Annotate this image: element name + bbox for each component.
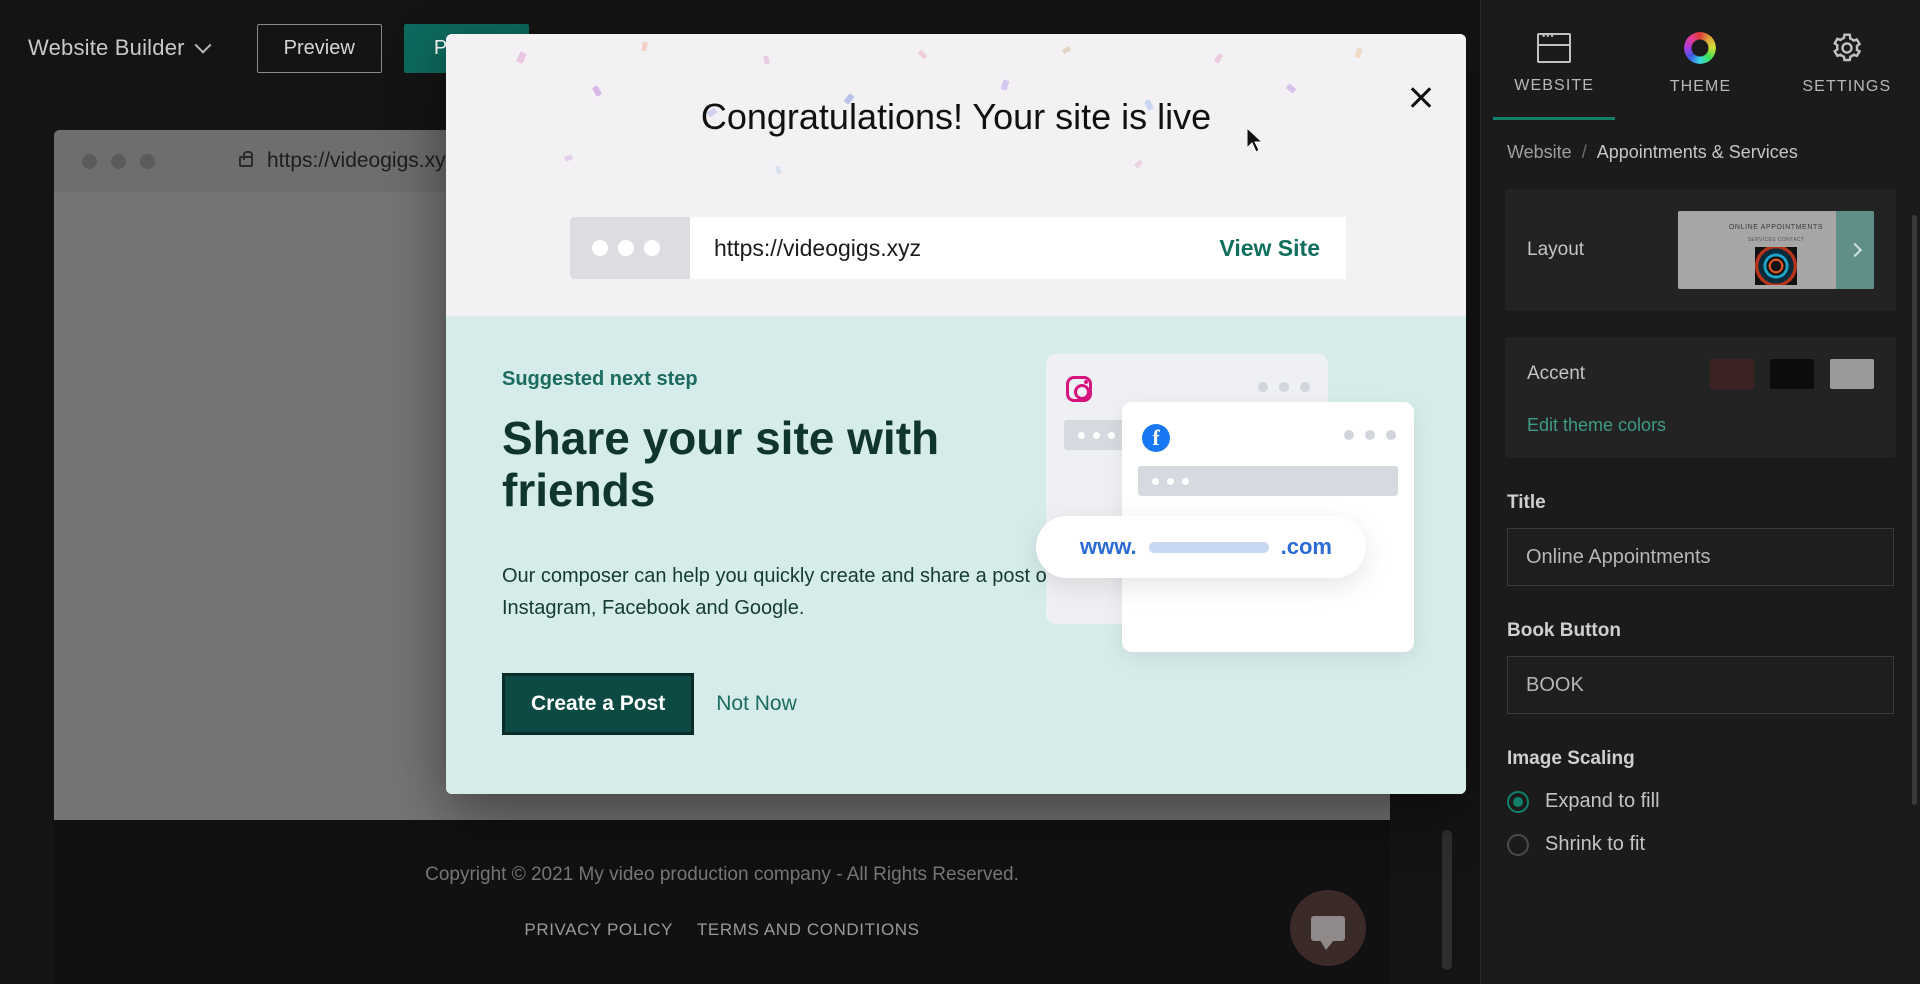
confetti-piece bbox=[563, 154, 574, 162]
chat-bubble-glyph bbox=[1311, 915, 1345, 950]
layout-thumb-links: SERVICES CONTACT bbox=[1747, 237, 1805, 243]
book-button-field-block: Book Button bbox=[1507, 620, 1894, 714]
modal-body-text: Our composer can help you quickly create… bbox=[502, 565, 1058, 620]
layout-thumb-image bbox=[1755, 247, 1797, 285]
radio-icon-selected bbox=[1507, 790, 1529, 813]
radio-shrink-label: Shrink to fit bbox=[1545, 833, 1646, 855]
breadcrumb-separator: / bbox=[1581, 142, 1587, 162]
modal-heading: Share your site with friends bbox=[502, 412, 940, 516]
breadcrumb-root[interactable]: Website bbox=[1507, 142, 1572, 163]
site-url-field[interactable]: https://videogigs.xyz View Site bbox=[690, 217, 1346, 279]
tab-website-label: WEBSITE bbox=[1514, 77, 1595, 94]
modal-body: Suggested next step Share your site with… bbox=[446, 316, 1466, 794]
footer-copyright: Copyright © 2021 My video production com… bbox=[425, 864, 1019, 885]
sidebar-tabs: WEBSITE THEME SETTINGS bbox=[1481, 0, 1920, 120]
create-post-button[interactable]: Create a Post bbox=[502, 672, 695, 735]
layout-thumbnail[interactable]: ONLINE APPOINTMENTS SERVICES CONTACT bbox=[1678, 211, 1874, 289]
image-scaling-block: Image Scaling Expand to fill Shrink to f… bbox=[1507, 748, 1894, 856]
card-strip bbox=[1138, 466, 1398, 496]
preview-button[interactable]: Preview bbox=[256, 23, 382, 73]
domain-pill: www. .com bbox=[1036, 516, 1366, 578]
layout-next-button[interactable] bbox=[1836, 211, 1874, 289]
site-footer: Copyright © 2021 My video production com… bbox=[54, 820, 1390, 984]
url-card-dot bbox=[644, 240, 660, 256]
url-card-dot bbox=[592, 240, 608, 256]
accent-swatch[interactable] bbox=[1770, 359, 1814, 389]
confetti-piece bbox=[774, 165, 783, 175]
right-sidebar: WEBSITE THEME SETTINGS Website / Appoint… bbox=[1480, 0, 1920, 984]
chrome-dot bbox=[140, 153, 155, 169]
layout-row[interactable]: Layout ONLINE APPOINTMENTS SERVICES CONT… bbox=[1505, 189, 1896, 311]
radio-expand-to-fill[interactable]: Expand to fill bbox=[1507, 790, 1894, 813]
tab-website[interactable]: WEBSITE bbox=[1481, 0, 1627, 120]
not-now-button[interactable]: Not Now bbox=[716, 692, 797, 716]
tab-settings[interactable]: SETTINGS bbox=[1774, 0, 1920, 120]
canvas-scrollbar[interactable] bbox=[1442, 830, 1452, 970]
brand-menu[interactable]: Website Builder bbox=[28, 35, 212, 61]
instagram-icon bbox=[1066, 376, 1092, 402]
card-dots bbox=[1344, 430, 1396, 440]
image-scaling-label: Image Scaling bbox=[1507, 748, 1635, 769]
site-url-value: https://videogigs.xyz bbox=[714, 234, 922, 261]
radio-shrink-to-fit[interactable]: Shrink to fit bbox=[1507, 833, 1894, 856]
view-site-link[interactable]: View Site bbox=[1219, 235, 1320, 262]
accent-swatches bbox=[1710, 359, 1874, 389]
accent-row: Accent bbox=[1527, 359, 1874, 389]
card-dots bbox=[1258, 382, 1310, 392]
accent-card: Accent Edit theme colors bbox=[1505, 337, 1896, 458]
share-illustration: f www. .com bbox=[1036, 344, 1426, 674]
modal-actions: Create a Post Not Now bbox=[502, 672, 1466, 735]
radio-icon-unselected bbox=[1507, 833, 1529, 856]
mouse-cursor bbox=[1247, 128, 1264, 153]
chevron-right-icon bbox=[1847, 242, 1863, 258]
confetti-piece bbox=[1133, 159, 1144, 169]
color-wheel-icon bbox=[1684, 32, 1717, 64]
chrome-dot bbox=[82, 153, 97, 169]
chrome-dot bbox=[111, 153, 126, 169]
gear-icon bbox=[1832, 33, 1862, 62]
accent-swatch[interactable] bbox=[1830, 359, 1874, 389]
layout-thumb-title: ONLINE APPOINTMENTS bbox=[1728, 224, 1824, 231]
chat-bubble-icon[interactable] bbox=[1290, 890, 1366, 966]
chevron-down-icon bbox=[194, 36, 212, 54]
tab-settings-label: SETTINGS bbox=[1802, 78, 1892, 95]
browser-window-icon bbox=[1537, 31, 1572, 63]
facebook-icon: f bbox=[1142, 424, 1170, 452]
accent-label: Accent bbox=[1527, 363, 1586, 384]
site-url-card: https://videogigs.xyz View Site bbox=[570, 217, 1346, 279]
footer-links: PRIVACY POLICY TERMS AND CONDITIONS bbox=[524, 920, 919, 940]
privacy-policy-link[interactable]: PRIVACY POLICY bbox=[524, 920, 673, 940]
book-button-label: Book Button bbox=[1507, 620, 1621, 641]
modal-header: Congratulations! Your site is live https… bbox=[446, 34, 1466, 316]
www-prefix: www. bbox=[1080, 534, 1137, 559]
website-builder-app: Website Builder Preview Publish https://… bbox=[0, 0, 1920, 984]
accent-swatch[interactable] bbox=[1710, 359, 1754, 389]
book-button-input[interactable] bbox=[1507, 656, 1894, 714]
title-input[interactable] bbox=[1507, 528, 1894, 586]
url-card-dot bbox=[618, 240, 634, 256]
terms-conditions-link[interactable]: TERMS AND CONDITIONS bbox=[697, 920, 920, 940]
title-field-block: Title bbox=[1507, 492, 1894, 586]
brand-label: Website Builder bbox=[28, 35, 185, 60]
modal-title: Congratulations! Your site is live bbox=[700, 96, 1212, 137]
title-label: Title bbox=[1507, 492, 1546, 513]
radio-expand-label: Expand to fill bbox=[1545, 790, 1660, 812]
lock-icon bbox=[239, 150, 253, 167]
preview-url: https://videogigs.xyz bbox=[267, 149, 457, 172]
site-live-modal: Congratulations! Your site is live https… bbox=[446, 34, 1466, 794]
sidebar-scrollbar[interactable] bbox=[1912, 215, 1917, 805]
dot-com-suffix: .com bbox=[1280, 534, 1332, 559]
breadcrumb: Website / Appointments & Services bbox=[1481, 120, 1920, 163]
tab-theme-label: THEME bbox=[1669, 78, 1732, 95]
tab-theme[interactable]: THEME bbox=[1627, 0, 1773, 120]
layout-label: Layout bbox=[1527, 239, 1585, 260]
breadcrumb-current: Appointments & Services bbox=[1596, 142, 1798, 162]
edit-theme-colors-link[interactable]: Edit theme colors bbox=[1527, 415, 1666, 436]
domain-placeholder-bar bbox=[1148, 541, 1269, 553]
